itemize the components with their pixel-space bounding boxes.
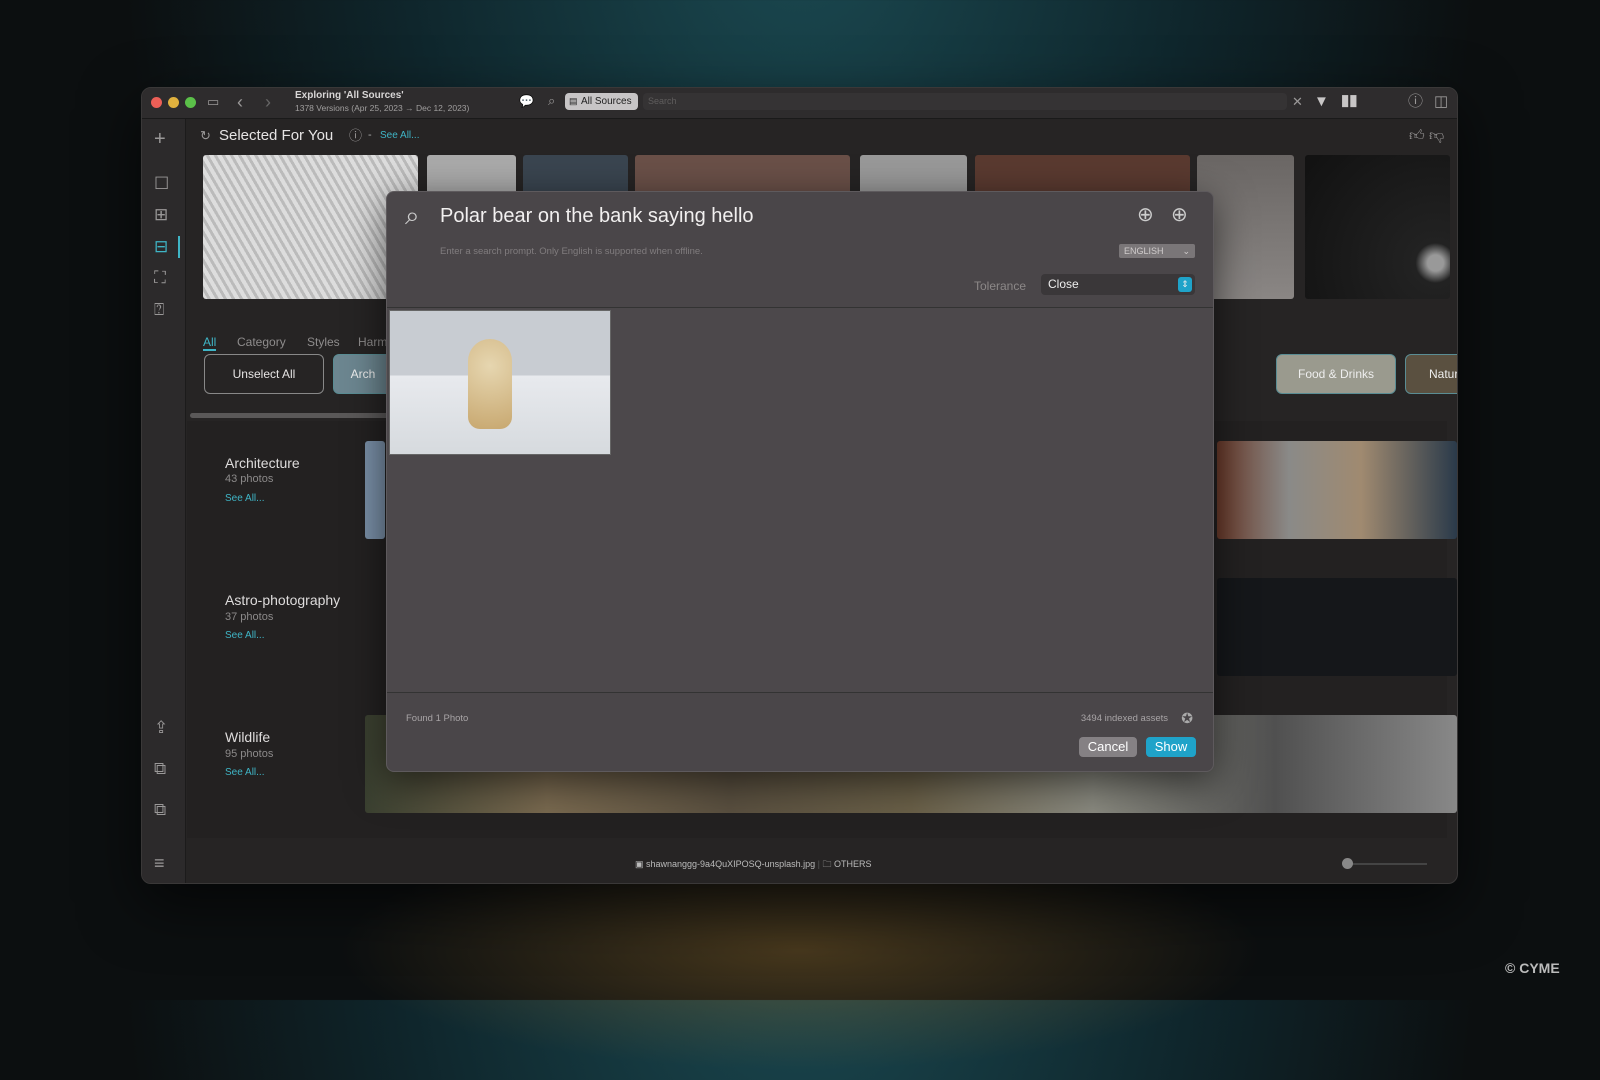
show-button[interactable]: Show <box>1146 737 1196 757</box>
verified-badge-icon: ✪ <box>1181 710 1193 726</box>
add-location-icon[interactable]: ⊕ <box>1171 205 1188 225</box>
back-icon[interactable]: ‹ <box>237 93 243 111</box>
thumbs-down-icon[interactable]: 👎︎ <box>1429 128 1444 143</box>
status-bar: ▣ shawnanggg-9a4QuXIPOSQ-unsplash.jpg | … <box>187 843 1457 883</box>
tab-all[interactable]: All <box>203 335 217 351</box>
search-icon[interactable]: ⌕ <box>548 94 555 107</box>
info-icon[interactable]: ⓘ <box>349 129 362 142</box>
horizontal-scrollbar[interactable] <box>190 413 390 418</box>
share-icon[interactable]: ⇪ <box>154 719 168 736</box>
chat-icon[interactable]: 💬 <box>519 95 534 107</box>
archive-icon: ▤ <box>569 96 578 106</box>
chevron-down-icon: ⌄ <box>1182 246 1190 256</box>
zoom-window-button[interactable] <box>185 97 196 108</box>
clear-search-icon[interactable]: ✕ <box>1292 95 1303 108</box>
file-status: ▣ shawnanggg-9a4QuXIPOSQ-unsplash.jpg | … <box>635 859 872 869</box>
search-icon: ⌕ <box>405 200 420 230</box>
chip-architecture[interactable]: Arch <box>333 354 393 394</box>
category-see-all[interactable]: See All... <box>225 493 264 504</box>
photo-thumbnail[interactable] <box>975 155 1190 195</box>
folder-icon: 🗀 <box>822 859 832 869</box>
add-photos-icon[interactable]: ⧉ <box>154 760 166 777</box>
tolerance-value: Close <box>1048 277 1079 291</box>
language-select[interactable]: ENGLISH ⌄ <box>1119 244 1195 258</box>
photo-thumbnail[interactable] <box>1305 155 1450 299</box>
category-name: Wildlife <box>225 729 271 745</box>
prompt-hint: Enter a search prompt. Only English is s… <box>440 246 703 257</box>
category-count: 95 photos <box>225 748 274 760</box>
tab-styles[interactable]: Styles <box>307 335 340 349</box>
add-icon[interactable]: + <box>154 129 166 149</box>
image-icon: ▣ <box>635 859 647 869</box>
thumbs-up-icon[interactable]: 👍︎ <box>1409 128 1425 143</box>
tab-harmony[interactable]: Harm <box>358 335 387 349</box>
language-value: ENGLISH <box>1124 246 1164 256</box>
refresh-icon[interactable]: ↻ <box>200 129 211 142</box>
category-name: Astro-photography <box>225 592 341 608</box>
category-count: 37 photos <box>225 611 274 623</box>
photo-thumbnail[interactable] <box>365 441 385 539</box>
grid-view-icon[interactable]: ⊞ <box>154 206 168 223</box>
indexed-count: 3494 indexed assets <box>1080 713 1168 724</box>
source-chip[interactable]: ▤ All Sources <box>565 93 638 110</box>
category-see-all[interactable]: See All... <box>225 630 264 641</box>
titlebar: ▭ ‹ › Exploring 'All Sources' 1378 Versi… <box>142 88 1457 119</box>
cancel-button[interactable]: Cancel <box>1079 737 1137 757</box>
left-toolbar: + ☐ ⊞ ⊟ ⛶ ⍰ ⇪ ⧉ ⧉ ≡ <box>142 119 186 883</box>
add-person-icon[interactable]: ⊕ <box>1137 205 1154 225</box>
zoom-slider[interactable] <box>1347 863 1427 865</box>
window-title: Exploring 'All Sources' <box>295 90 404 101</box>
search-input[interactable]: Search <box>643 93 1287 110</box>
forward-icon[interactable]: › <box>265 93 271 111</box>
polar-bear-photo[interactable] <box>389 310 611 455</box>
category-see-all[interactable]: See All... <box>225 767 264 778</box>
inspector-toggle-icon[interactable]: ◫ <box>1434 94 1448 109</box>
chip-food-drinks[interactable]: Food & Drinks <box>1276 354 1396 394</box>
histogram-icon[interactable]: ▮▮ <box>1341 93 1358 108</box>
search-dialog: ⌕ Polar bear on the bank saying hello ⊕ … <box>386 191 1214 772</box>
map-icon[interactable]: ⛶ <box>154 269 166 286</box>
tolerance-select[interactable]: Close ⇕ <box>1041 274 1195 295</box>
close-window-button[interactable] <box>151 97 162 108</box>
minimize-window-button[interactable] <box>168 97 179 108</box>
prompt-input[interactable]: Polar bear on the bank saying hello <box>440 205 754 228</box>
results-area <box>387 308 1213 692</box>
menu-icon[interactable]: ≡ <box>154 854 165 872</box>
source-chip-label: All Sources <box>581 96 632 107</box>
photo-thumbnail[interactable] <box>635 155 850 195</box>
filter-icon[interactable]: ▼ <box>1314 94 1329 109</box>
section-title: Selected For You <box>219 127 334 144</box>
import-icon[interactable]: ⧉ <box>154 801 166 818</box>
help-icon[interactable]: ⓘ <box>1408 94 1423 109</box>
sidebar-toggle-icon[interactable]: ▭ <box>207 95 219 108</box>
active-indicator <box>178 236 180 258</box>
watermark: © CYME <box>1505 960 1560 976</box>
explore-icon[interactable]: ⊟ <box>154 238 168 255</box>
window-subtitle: 1378 Versions (Apr 25, 2023 → Dec 12, 20… <box>295 103 470 113</box>
photo-thumbnail[interactable] <box>523 155 628 195</box>
photo-thumbnail[interactable] <box>1217 441 1457 539</box>
zoom-slider-knob[interactable] <box>1342 858 1353 869</box>
category-count: 43 photos <box>225 473 274 485</box>
divider <box>387 692 1213 693</box>
photo-thumbnail[interactable] <box>427 155 516 195</box>
tab-category[interactable]: Category <box>237 335 286 349</box>
single-view-icon[interactable]: ☐ <box>154 175 169 192</box>
separator: - <box>368 129 372 141</box>
photo-thumbnail[interactable] <box>1217 578 1457 676</box>
photo-thumbnail[interactable] <box>860 155 967 195</box>
tolerance-label: Tolerance <box>974 279 1027 293</box>
stepper-icon: ⇕ <box>1178 277 1192 292</box>
people-icon[interactable]: ⍰ <box>154 301 164 318</box>
folder-name: OTHERS <box>834 859 872 869</box>
see-all-link[interactable]: See All... <box>380 130 419 141</box>
polar-bear-figure <box>468 339 512 429</box>
unselect-all-button[interactable]: Unselect All <box>204 354 324 394</box>
chip-nature[interactable]: Nature <box>1405 354 1457 394</box>
category-name: Architecture <box>225 455 300 471</box>
filename: shawnanggg-9a4QuXIPOSQ-unsplash.jpg <box>646 859 816 869</box>
found-count: Found 1 Photo <box>406 713 469 724</box>
